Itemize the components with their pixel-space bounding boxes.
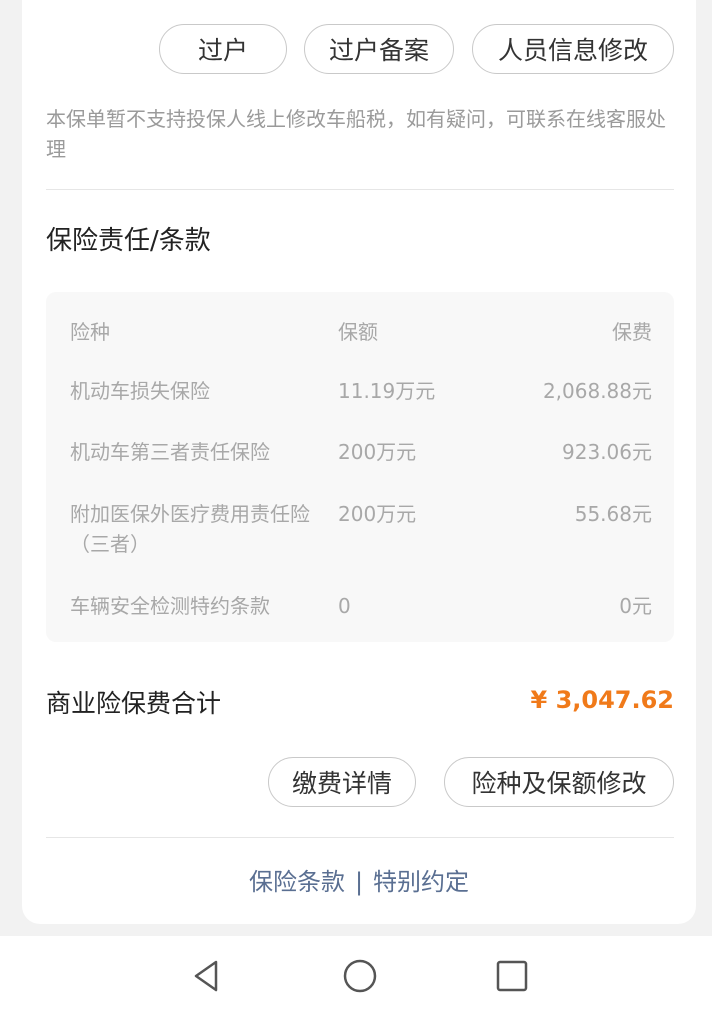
row-premium: 923.06元 bbox=[562, 440, 652, 464]
transfer-record-button[interactable]: 过户备案 bbox=[304, 24, 454, 74]
row-name: 机动车第三者责任保险 bbox=[70, 440, 270, 464]
policy-links: 保险条款 | 特别约定 bbox=[22, 862, 696, 897]
home-icon[interactable] bbox=[340, 956, 380, 996]
recents-icon[interactable] bbox=[492, 956, 532, 996]
transfer-button[interactable]: 过户 bbox=[159, 24, 287, 74]
edit-coverage-button[interactable]: 险种及保额修改 bbox=[444, 757, 674, 807]
row-premium: 2,068.88元 bbox=[542, 379, 652, 403]
header-amount: 保额 bbox=[338, 320, 378, 344]
link-separator: | bbox=[354, 868, 364, 896]
total-value: ¥ 3,047.62 bbox=[530, 686, 674, 714]
row-amount: 200万元 bbox=[338, 502, 417, 526]
divider bbox=[46, 189, 674, 190]
clauses-link[interactable]: 保险条款 bbox=[249, 868, 345, 896]
policy-card: 过户 过户备案 人员信息修改 本保单暂不支持投保人线上修改车船税，如有疑问，可联… bbox=[22, 0, 696, 924]
section-title: 保险责任/条款 bbox=[46, 226, 211, 256]
coverage-table: 险种 保额 保费 机动车损失保险 11.19万元 2,068.88元 机动车第三… bbox=[46, 292, 674, 642]
row-premium: 0元 bbox=[619, 594, 652, 618]
row-amount: 11.19万元 bbox=[338, 379, 436, 403]
edit-personal-info-button[interactable]: 人员信息修改 bbox=[472, 24, 674, 74]
row-name: 车辆安全检测特约条款 bbox=[70, 594, 270, 618]
back-icon[interactable] bbox=[186, 956, 226, 996]
row-amount: 200万元 bbox=[338, 440, 417, 464]
divider bbox=[46, 837, 674, 838]
row-amount: 0 bbox=[338, 594, 351, 618]
row-premium: 55.68元 bbox=[574, 502, 652, 526]
row-name: 附加医保外医疗费用责任险（三者） bbox=[70, 502, 310, 556]
tax-notice: 本保单暂不支持投保人线上修改车船税，如有疑问，可联系在线客服处理 bbox=[46, 107, 666, 161]
row-name: 机动车损失保险 bbox=[70, 379, 210, 403]
header-coverage-type: 险种 bbox=[70, 320, 110, 344]
header-premium: 保费 bbox=[612, 320, 652, 344]
system-nav-bar bbox=[0, 936, 712, 1016]
special-agreement-link[interactable]: 特别约定 bbox=[373, 868, 469, 896]
total-label: 商业险保费合计 bbox=[46, 689, 222, 718]
payment-details-button[interactable]: 缴费详情 bbox=[268, 757, 416, 807]
